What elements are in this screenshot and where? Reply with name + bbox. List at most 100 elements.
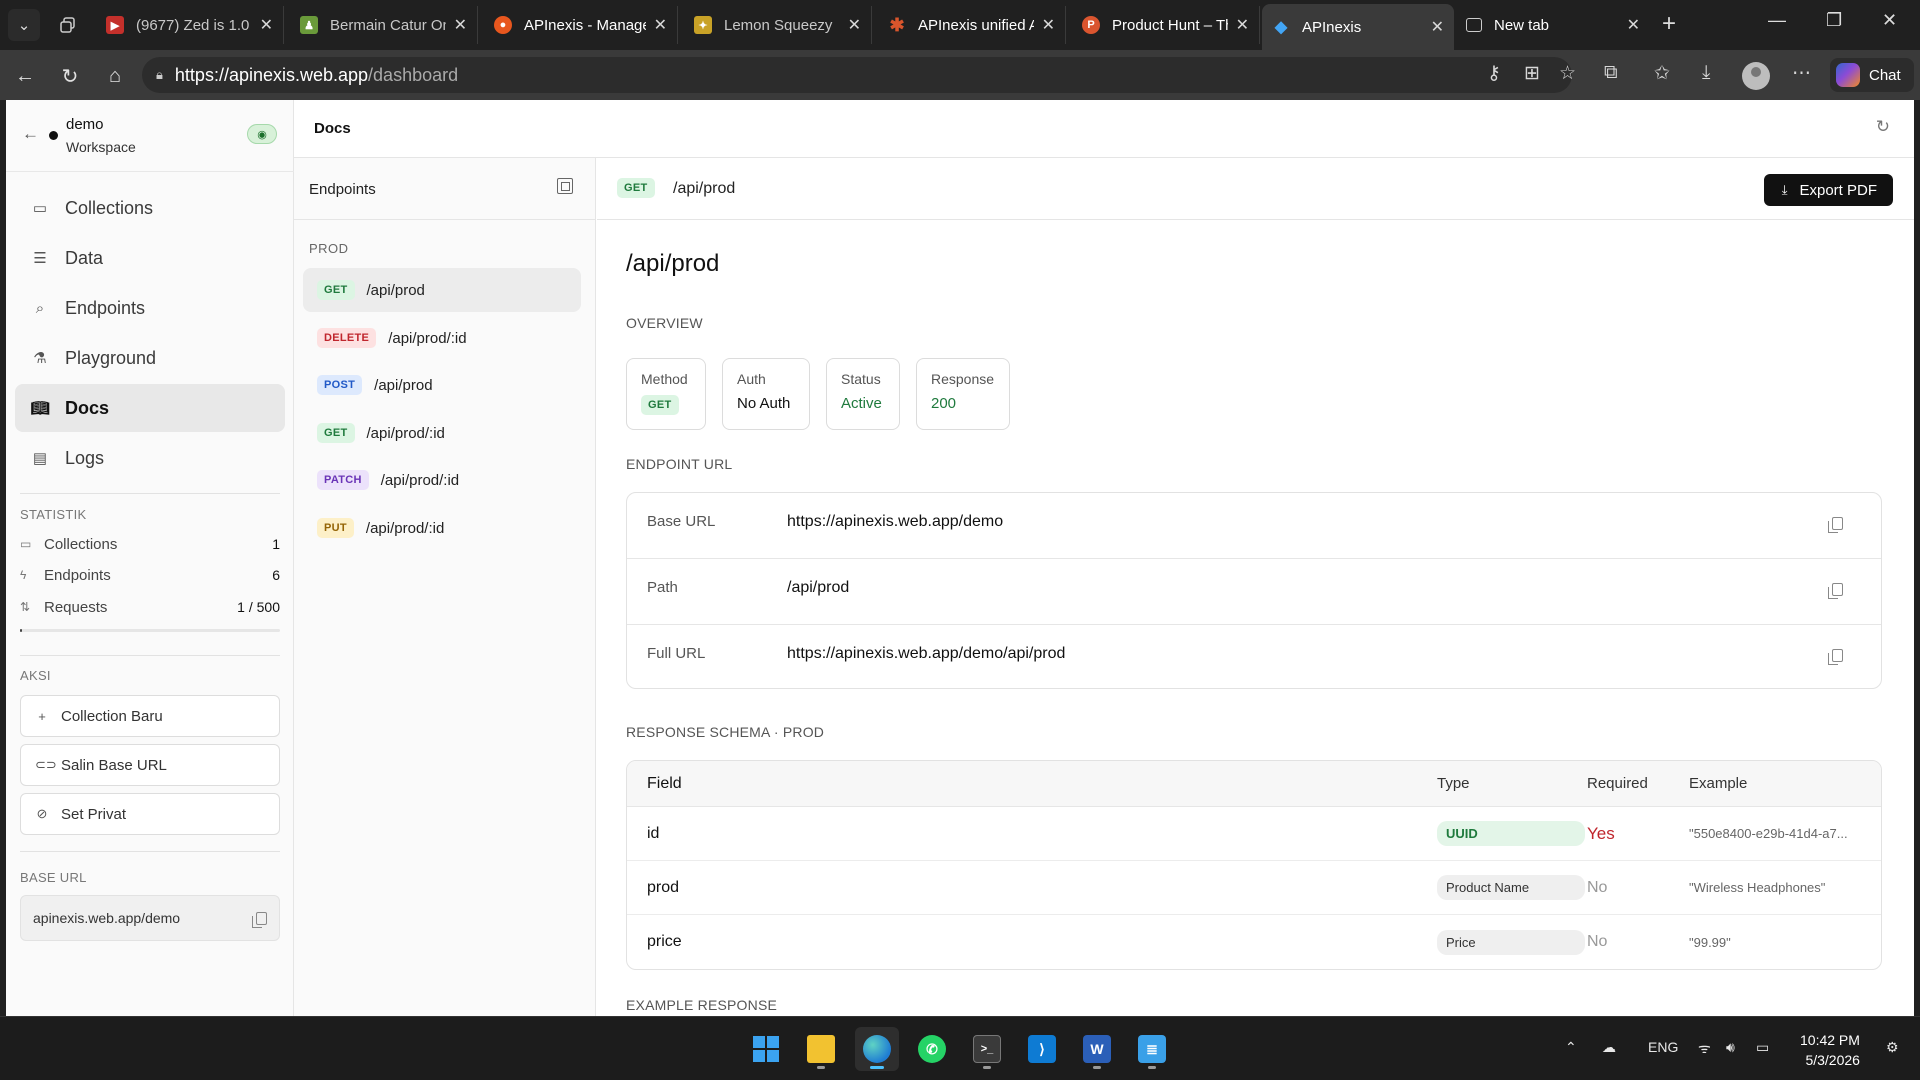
running-indicator (983, 1066, 991, 1069)
restore-icon[interactable]: ❐ (1826, 10, 1842, 31)
taskbar-vscode[interactable]: ⟩ (1020, 1027, 1064, 1071)
taskbar-whatsapp[interactable]: ✆ (910, 1027, 954, 1071)
browser-tab-new-tab[interactable]: New tab ✕ (1456, 6, 1650, 44)
browser-tab-lemon-squeezy[interactable]: ✦ Lemon Squeezy ✕ (684, 6, 872, 44)
tab-close-icon[interactable]: ✕ (1627, 15, 1640, 35)
endpoint-item[interactable]: GET /api/prod/:id (303, 411, 581, 455)
new-collection-button[interactable]: + Collection Baru (20, 695, 280, 737)
tab-close-icon[interactable]: ✕ (1431, 17, 1444, 37)
browser-tab-apinexis-active[interactable]: ◆ APInexis ✕ (1262, 4, 1454, 50)
endpoint-item[interactable]: PATCH /api/prod/:id (303, 458, 581, 502)
address-url: https://apinexis.web.app/dashboard (174, 64, 459, 85)
more-options-icon[interactable]: ⋯ (1792, 62, 1811, 85)
windows-logo-icon (753, 1036, 779, 1062)
sidebar-item-endpoints[interactable]: ⌕ Endpoints (15, 284, 285, 332)
tab-close-icon[interactable]: ✕ (454, 15, 467, 35)
app-grid-icon[interactable]: ⊞ (1524, 62, 1540, 85)
endpoint-item[interactable]: PUT /api/prod/:id (303, 506, 581, 550)
battery-icon[interactable]: ▭ (1756, 1039, 1769, 1056)
close-window-icon[interactable]: ✕ (1882, 10, 1897, 31)
language-indicator[interactable]: ENG (1648, 1039, 1678, 1055)
taskbar-edge[interactable] (855, 1027, 899, 1071)
taskbar-file-explorer[interactable] (799, 1027, 843, 1071)
endpoint-path: /api/prod/:id (366, 424, 445, 442)
sidebar-item-logs[interactable]: ▤ Logs (15, 434, 285, 482)
public-globe-icon[interactable]: ◉ (247, 124, 277, 144)
sidebar-item-collections[interactable]: ▭ Collections (15, 184, 285, 232)
copy-icon[interactable] (252, 911, 267, 928)
volume-icon[interactable]: 🔊︎ (1726, 1039, 1735, 1056)
endpoint-path: /api/prod/:id (388, 329, 467, 347)
requests-progress-fill (20, 629, 23, 632)
sidebar-nav: ▭ Collections ☰ Data ⌕ Endpoints ⚗ Playg… (15, 184, 285, 484)
tab-close-icon[interactable]: ✕ (654, 15, 667, 35)
tab-title: APInexis - Manage (524, 16, 646, 34)
tab-close-icon[interactable]: ✕ (1042, 15, 1055, 35)
overview-card-status: Status Active (826, 358, 900, 430)
taskbar-terminal[interactable]: >_ (965, 1027, 1009, 1071)
chat-label: Chat (1869, 66, 1901, 84)
tab-close-icon[interactable]: ✕ (848, 15, 861, 35)
browser-tab-chess[interactable]: ♟ Bermain Catur Onl ✕ (290, 6, 478, 44)
endpoint-item[interactable]: GET /api/prod (303, 268, 581, 312)
endpoint-item[interactable]: DELETE /api/prod/:id (303, 316, 581, 360)
browser-tab-product-hunt[interactable]: P Product Hunt – Th ✕ (1072, 6, 1260, 44)
copy-icon[interactable] (1828, 583, 1843, 599)
endpoint-list-title: Endpoints (309, 181, 376, 198)
back-arrow-icon[interactable]: ← (22, 124, 39, 144)
download-icon: ⤓ (1781, 182, 1788, 197)
taskbar-word[interactable]: W (1075, 1027, 1119, 1071)
sidebar-item-label: Logs (65, 447, 105, 468)
profile-avatar[interactable] (1742, 62, 1770, 90)
system-clock[interactable]: 10:42 PM 5/3/2026 (1800, 1030, 1860, 1070)
browser-tab-apinexis-manage[interactable]: ● APInexis - Manage ✕ (484, 6, 678, 44)
browser-tab-youtube[interactable]: ▶ (9677) Zed is 1.0 - ✕ (96, 6, 284, 44)
downloads-icon[interactable]: ⤓ (1702, 62, 1710, 84)
new-tab-favicon-icon (1466, 18, 1482, 32)
notifications-icon[interactable]: ⚙ (1886, 1039, 1899, 1056)
endpoint-item[interactable]: POST /api/prod (303, 363, 581, 407)
wifi-icon[interactable]: ᯤ (1698, 1039, 1711, 1058)
copy-icon[interactable] (1828, 649, 1843, 665)
site-info-icon[interactable]: 🔒︎ (156, 67, 163, 83)
reload-icon[interactable]: ↻ (56, 62, 84, 90)
tab-title: APInexis (1302, 18, 1362, 36)
chevron-up-icon[interactable]: ⌃ (1565, 1039, 1577, 1056)
home-icon[interactable]: ⌂ (101, 62, 129, 90)
export-pdf-button[interactable]: ⤓ Export PDF (1763, 174, 1893, 206)
taskbar-notepad[interactable]: ≣ (1130, 1027, 1174, 1071)
new-tab-plus-icon[interactable]: + (1662, 10, 1676, 38)
required-value: No (1587, 933, 1608, 950)
overview-section-title: OVERVIEW (626, 315, 703, 331)
tab-close-icon[interactable]: ✕ (1236, 15, 1249, 35)
set-private-button[interactable]: ⊘ Set Privat (20, 793, 280, 835)
extensions-icon[interactable]: ⧉ (1604, 62, 1618, 84)
workspaces-button[interactable] (52, 9, 84, 41)
workspace-name: demo (66, 116, 104, 133)
copy-base-url-button[interactable]: ⊂⊃ Salin Base URL (20, 744, 280, 786)
refresh-icon[interactable]: ↻ (1876, 117, 1890, 137)
sidebar-item-docs[interactable]: 📖︎ Docs (15, 384, 285, 432)
copilot-chat-button[interactable]: Chat (1830, 58, 1914, 92)
sidebar-item-playground[interactable]: ⚗ Playground (15, 334, 285, 382)
base-url-field: apinexis.web.app/demo (20, 895, 280, 941)
tab-actions-menu-button[interactable]: ⌄ (8, 9, 40, 41)
minimize-icon[interactable]: — (1768, 10, 1786, 31)
clock-time: 10:42 PM (1800, 1032, 1860, 1048)
start-button[interactable] (744, 1027, 788, 1071)
onedrive-icon[interactable]: ☁ (1602, 1039, 1616, 1056)
address-bar[interactable]: 🔒︎ https://apinexis.web.app/dashboard (142, 57, 1572, 93)
response-schema-table: Field Type Required Example id UUID Yes … (626, 760, 1882, 970)
divider (20, 493, 280, 494)
collapse-panel-icon[interactable] (557, 178, 573, 194)
back-arrow-icon[interactable]: ← (11, 62, 39, 90)
type-pill: UUID (1437, 821, 1585, 846)
page-viewport: ← demo Workspace ◉ ▭ Collections ☰ Data … (6, 100, 1914, 1016)
sidebar-item-data[interactable]: ☰ Data (15, 234, 285, 282)
browser-tab-apinexis-unified[interactable]: ✱ APInexis unified AI ✕ (878, 6, 1066, 44)
favorite-star-icon[interactable]: ☆ (1559, 62, 1576, 85)
favorites-list-icon[interactable]: ✩ (1654, 62, 1670, 85)
copy-icon[interactable] (1828, 517, 1843, 533)
key-icon[interactable]: ⚷ (1487, 62, 1501, 85)
tab-close-icon[interactable]: ✕ (260, 15, 273, 35)
